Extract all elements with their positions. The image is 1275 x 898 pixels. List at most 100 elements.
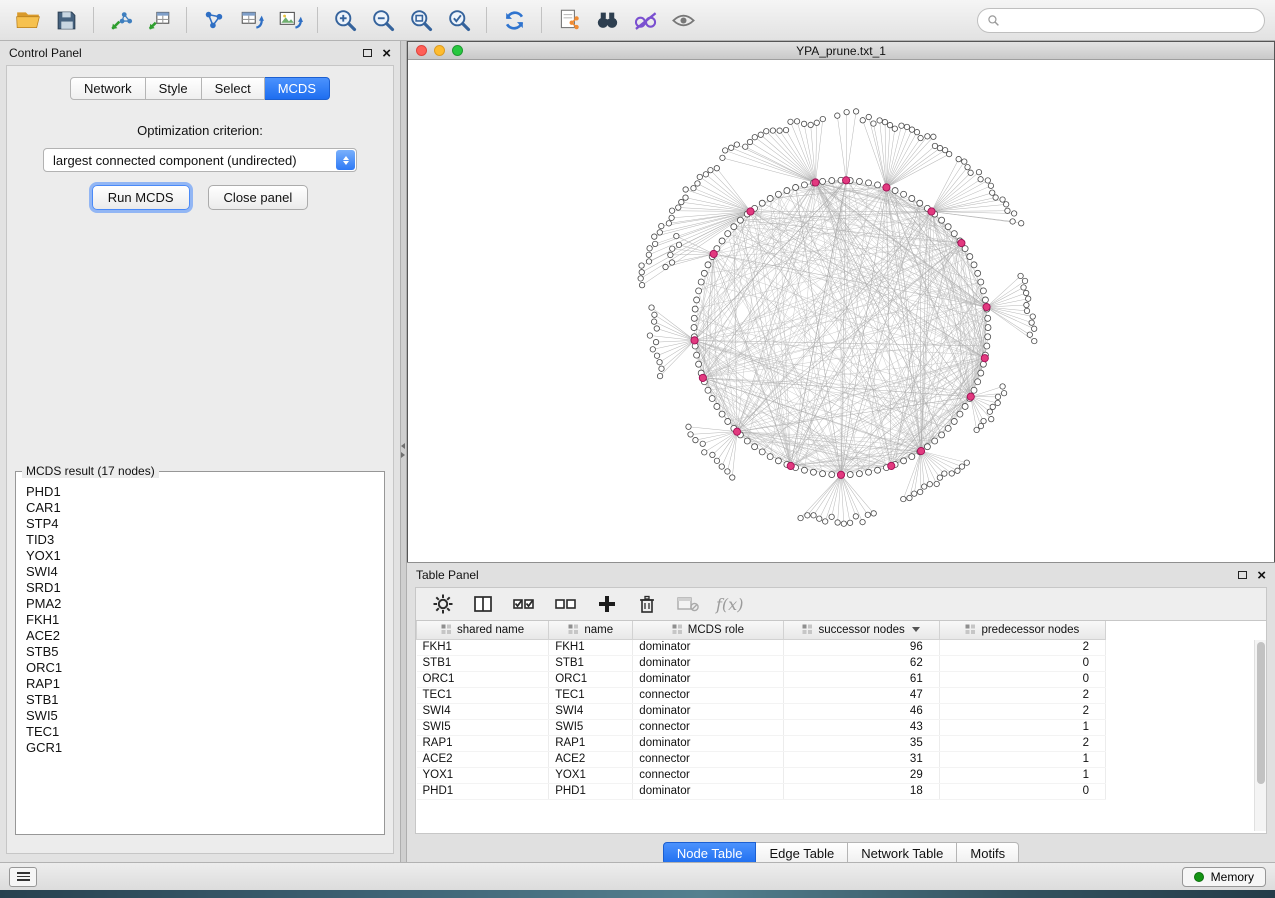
table-scrollbar[interactable] [1254,640,1266,831]
table-row[interactable]: PHD1PHD1dominator180 [417,783,1106,799]
chevron-down-icon[interactable] [912,627,920,632]
mcds-result-item[interactable]: FKH1 [26,612,383,628]
export-image-button[interactable] [272,4,308,36]
network-canvas[interactable] [408,60,1274,562]
open-file-button[interactable] [10,4,46,36]
select-all-button[interactable] [510,591,538,617]
minimize-window-icon[interactable] [434,45,445,56]
table-cell: FKH1 [417,639,549,655]
refresh-view-button[interactable] [496,4,532,36]
float-table-panel-icon[interactable] [1238,571,1247,579]
table-row[interactable]: TEC1TEC1connector472 [417,687,1106,703]
column-header-name[interactable]: name [549,621,633,639]
import-network-button[interactable] [103,4,139,36]
table-row[interactable]: ORC1ORC1dominator610 [417,671,1106,687]
delete-row-button[interactable] [634,591,660,617]
close-panel-button[interactable]: Close panel [208,185,309,210]
column-header-mcds-role[interactable]: MCDS role [633,621,783,639]
float-panel-icon[interactable] [363,49,372,57]
mcds-result-item[interactable]: TEC1 [26,724,383,740]
mcds-result-item[interactable]: YOX1 [26,548,383,564]
column-header-successor-nodes[interactable]: successor nodes [783,621,939,639]
zoom-fit-button[interactable] [403,4,439,36]
import-table-button[interactable] [141,4,177,36]
maximize-window-icon[interactable] [452,45,463,56]
mcds-result-item[interactable]: GCR1 [26,740,383,756]
optimization-criterion-label: Optimization criterion: [137,123,263,138]
table-cell: STB1 [417,655,549,671]
mcds-result-item[interactable]: CAR1 [26,500,383,516]
close-window-icon[interactable] [416,45,427,56]
find-button[interactable] [589,4,625,36]
gear-icon [432,593,454,615]
table-row[interactable]: SWI5SWI5connector431 [417,719,1106,735]
column-header-predecessor-nodes[interactable]: predecessor nodes [939,621,1105,639]
table-row[interactable]: RAP1RAP1dominator352 [417,735,1106,751]
hide-selected-button[interactable] [627,4,663,36]
toolbar-separator [186,7,187,33]
mcds-result-item[interactable]: STB1 [26,692,383,708]
node-table-header-row: shared namenameMCDS rolesuccessor nodesp… [417,621,1106,639]
new-network-button[interactable] [196,4,232,36]
table-cell: SWI4 [417,703,549,719]
mcds-result-item[interactable]: SWI4 [26,564,383,580]
tab-mcds[interactable]: MCDS [265,77,330,100]
memory-button[interactable]: Memory [1182,867,1266,887]
close-panel-icon[interactable]: × [382,46,391,61]
mcds-result-item[interactable]: SRD1 [26,580,383,596]
tab-style[interactable]: Style [146,77,202,100]
network-title: YPA_prune.txt_1 [408,44,1274,58]
select-value: largest connected component (undirected) [53,153,297,168]
clear-selection-button[interactable] [552,591,580,617]
table-cell: connector [633,767,783,783]
network-graph[interactable] [408,60,1274,562]
network-from-table-button[interactable] [234,4,270,36]
node-table-body: FKH1FKH1dominator962STB1STB1dominator620… [417,639,1106,799]
table-cell: RAP1 [549,735,633,751]
table-cell: 0 [939,671,1105,687]
column-header-shared-name[interactable]: shared name [417,621,549,639]
share-document-button[interactable] [551,4,587,36]
zoom-out-button[interactable] [365,4,401,36]
scrollbar-thumb[interactable] [1257,642,1265,784]
mcds-result-item[interactable]: ACE2 [26,628,383,644]
zoom-selected-button[interactable] [441,4,477,36]
table-cell: YOX1 [417,767,549,783]
table-cell: dominator [633,639,783,655]
desktop-background-strip [0,890,1275,898]
mcds-result-item[interactable]: PMA2 [26,596,383,612]
zoom-in-icon [332,7,359,34]
save-session-button[interactable] [48,4,84,36]
close-table-panel-icon[interactable]: × [1257,568,1266,583]
show-columns-button[interactable] [470,591,496,617]
table-row[interactable]: ACE2ACE2connector311 [417,751,1106,767]
run-mcds-button[interactable]: Run MCDS [92,185,190,210]
table-cell: 29 [783,767,939,783]
open-folder-icon [15,7,41,33]
zoom-in-button[interactable] [327,4,363,36]
search-input[interactable] [1006,13,1255,27]
table-row[interactable]: STB1STB1dominator620 [417,655,1106,671]
table-settings-button[interactable] [430,591,456,617]
splitter-arrows-icon[interactable] [401,443,405,458]
column-type-icon [672,624,683,635]
mcds-result-item[interactable]: ORC1 [26,660,383,676]
mcds-result-item[interactable]: SWI5 [26,708,383,724]
table-cell: SWI5 [417,719,549,735]
tab-select[interactable]: Select [202,77,265,100]
mcds-result-item[interactable]: STP4 [26,516,383,532]
status-menu-button[interactable] [9,867,37,887]
mcds-result-item[interactable]: RAP1 [26,676,383,692]
table-row[interactable]: SWI4SWI4dominator462 [417,703,1106,719]
table-row[interactable]: FKH1FKH1dominator962 [417,639,1106,655]
network-titlebar[interactable]: YPA_prune.txt_1 [408,42,1274,60]
panel-splitter[interactable] [400,41,407,862]
optimization-criterion-select[interactable]: largest connected component (undirected) [43,148,357,172]
mcds-result-item[interactable]: TID3 [26,532,383,548]
mcds-result-item[interactable]: PHD1 [26,484,383,500]
table-row[interactable]: YOX1YOX1connector291 [417,767,1106,783]
tab-network[interactable]: Network [70,77,146,100]
add-row-button[interactable] [594,591,620,617]
show-all-button[interactable] [665,4,701,36]
mcds-result-item[interactable]: STB5 [26,644,383,660]
